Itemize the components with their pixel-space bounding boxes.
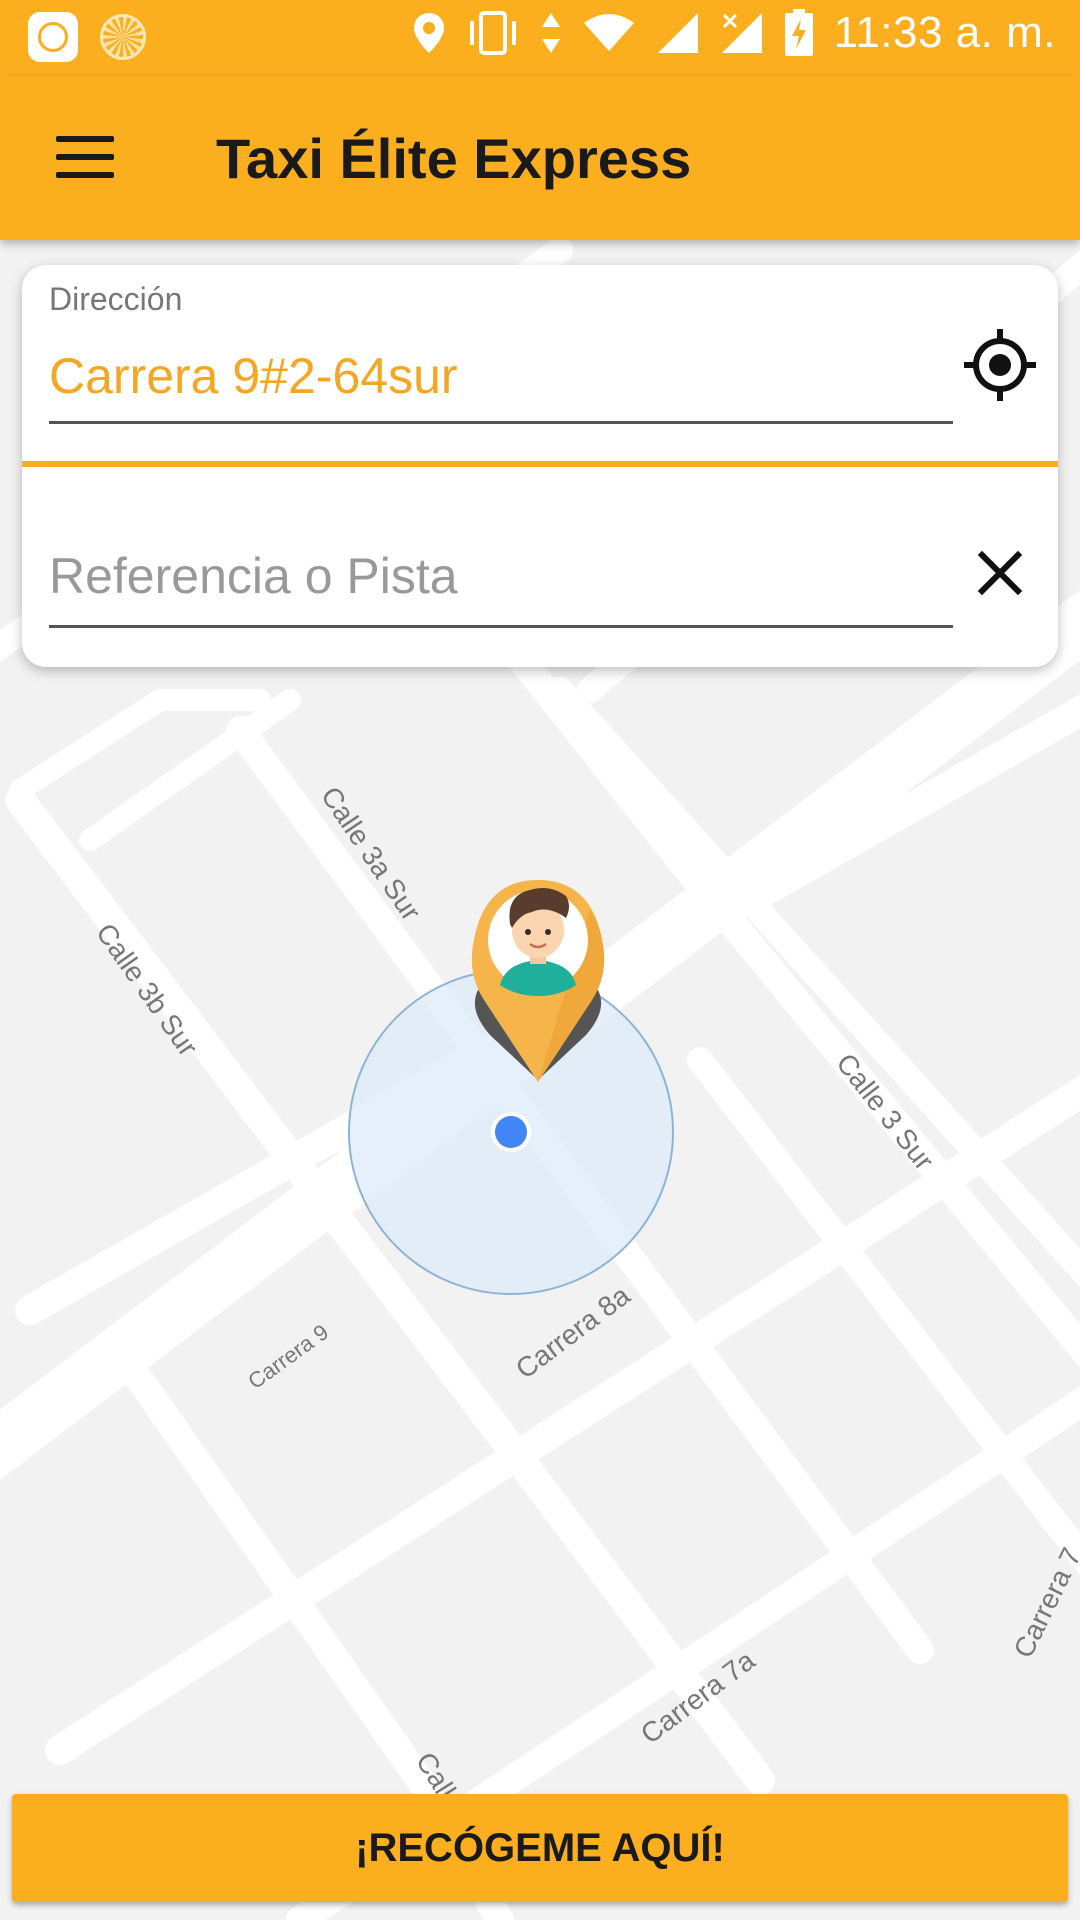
status-bar: 11:33 a. m. xyxy=(0,0,1080,76)
battery-charging-icon xyxy=(784,9,813,56)
app-title: Taxi Élite Express xyxy=(216,127,692,190)
data-transfer-icon xyxy=(541,13,560,53)
mi-app-icon xyxy=(28,12,78,62)
reference-underline xyxy=(49,625,953,628)
address-input[interactable] xyxy=(49,347,949,405)
wifi-icon xyxy=(583,14,634,51)
address-card: Dirección xyxy=(22,265,1058,667)
hamburger-menu-icon[interactable] xyxy=(40,128,132,188)
location-icon xyxy=(413,13,444,53)
app-bar: Taxi Élite Express xyxy=(0,76,1080,240)
address-label: Dirección xyxy=(49,281,183,317)
card-divider xyxy=(22,461,1058,467)
gps-crosshair-icon[interactable] xyxy=(960,325,1040,405)
reference-input[interactable] xyxy=(49,547,929,605)
close-icon[interactable] xyxy=(968,541,1032,605)
status-time: 11:33 a. m. xyxy=(833,8,1056,57)
pickup-here-button[interactable]: ¡RECÓGEME AQUÍ! xyxy=(12,1794,1068,1902)
loading-icon xyxy=(100,14,146,60)
vibrate-icon xyxy=(469,11,516,55)
signal-icon xyxy=(657,13,698,53)
current-location-dot-icon xyxy=(491,1112,531,1152)
signal-no-sim-icon xyxy=(721,13,762,53)
address-underline xyxy=(49,421,953,424)
